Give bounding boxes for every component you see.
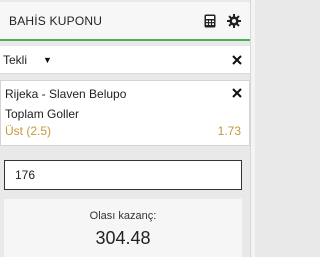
match-name: Rijeka - Slaven Belupo	[5, 87, 127, 101]
market-name: Toplam Goller	[5, 107, 80, 121]
selection-pick: Üst (2.5)	[5, 124, 52, 138]
winnings-label: Olası kazanç:	[89, 210, 157, 222]
selection-card: Rijeka - Slaven Belupo Toplam Goller Üst…	[0, 80, 250, 146]
bet-type-dropdown[interactable]: Tekli ▼	[3, 53, 230, 67]
calculator-icon[interactable]	[203, 14, 217, 28]
scrollbar[interactable]	[250, 0, 255, 257]
stake-input[interactable]	[4, 160, 242, 190]
winnings-value: 304.48	[95, 228, 151, 248]
bet-slip-title: BAHİS KUPONU	[9, 13, 103, 28]
gear-icon[interactable]	[227, 13, 241, 28]
caret-down-icon: ▼	[43, 54, 52, 65]
remove-selection-icon[interactable]	[231, 87, 243, 99]
bet-slip-panel: BAHİS KUPONU Tekli ▼ Rijeka - Slaven Bel…	[0, 0, 251, 257]
bet-type-row: Tekli ▼	[0, 46, 251, 74]
bet-slip-header: BAHİS KUPONU	[0, 2, 251, 41]
selection-odds: 1.73	[217, 124, 241, 138]
potential-winnings: Olası kazanç: 304.48	[4, 199, 242, 257]
close-icon[interactable]	[230, 53, 244, 67]
bet-type-label: Tekli	[3, 52, 28, 67]
